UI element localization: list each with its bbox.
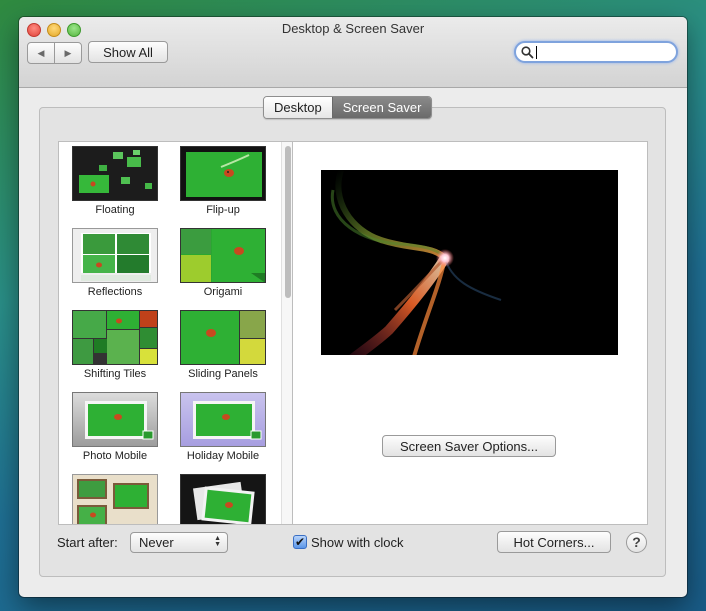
screen-saver-list[interactable]: Floating Flip-up Reflections Origami Shi… (58, 141, 293, 525)
holiday-mobile-thumbnail (180, 392, 266, 447)
start-after-value: Never (139, 535, 174, 550)
flip-up-thumbnail (180, 146, 266, 201)
show-with-clock-label[interactable]: Show with clock (311, 535, 403, 550)
screen-saver-item-shifting-tiles[interactable]: Shifting Tiles (59, 308, 167, 390)
scrollbar-thumb[interactable] (285, 146, 291, 298)
search-field[interactable] (514, 41, 678, 63)
screen-saver-item-flip-up[interactable]: Flip-up (167, 144, 275, 226)
reflections-thumbnail (72, 228, 158, 283)
forward-arrow-icon: ▶ (64, 47, 72, 58)
checkmark-icon: ✔ (294, 535, 306, 549)
start-after-select[interactable]: Never ▲ ▼ (130, 532, 228, 553)
vintage-prints-thumbnail (72, 474, 158, 524)
help-button[interactable]: ? (626, 532, 647, 553)
tab-screen-saver[interactable]: Screen Saver (331, 97, 432, 118)
screen-saver-item-photo-mobile[interactable]: Photo Mobile (59, 390, 167, 472)
origami-thumbnail (180, 228, 266, 283)
screen-saver-label: Shifting Tiles (83, 368, 147, 380)
photo-mobile-thumbnail (72, 392, 158, 447)
screen-saver-item-sliding-panels[interactable]: Sliding Panels (167, 308, 275, 390)
back-arrow-icon: ◀ (37, 47, 45, 58)
classic-thumbnail (180, 474, 266, 524)
show-all-button[interactable]: Show All (88, 41, 168, 63)
screen-saver-item-holiday-mobile[interactable]: Holiday Mobile (167, 390, 275, 472)
preferences-window: Desktop & Screen Saver ◀ ▶ Show All Desk… (19, 17, 687, 597)
back-forward-control: ◀ ▶ (27, 42, 82, 64)
select-arrows-icon: ▲ ▼ (214, 535, 221, 548)
screen-saver-label: Holiday Mobile (186, 450, 260, 462)
flurry-preview-image (330, 170, 502, 355)
floating-thumbnail (72, 146, 158, 201)
sliding-panels-thumbnail (180, 310, 266, 365)
screen-saver-item-reflections[interactable]: Reflections (59, 226, 167, 308)
screen-saver-options-button[interactable]: Screen Saver Options... (382, 435, 556, 457)
screen-saver-item-floating[interactable]: Floating (59, 144, 167, 226)
shifting-tiles-thumbnail (72, 310, 158, 365)
screen-saver-label: Origami (203, 286, 243, 298)
text-cursor (536, 46, 537, 59)
start-after-label: Start after: (57, 535, 118, 550)
screen-saver-item-classic[interactable] (167, 472, 275, 524)
screen-saver-item-origami[interactable]: Origami (167, 226, 275, 308)
screen-saver-label: Sliding Panels (188, 368, 258, 380)
screen-saver-item-vintage-prints[interactable] (59, 472, 167, 524)
tab-control: Desktop Screen Saver (263, 96, 433, 119)
forward-button[interactable]: ▶ (54, 43, 81, 63)
window-title: Desktop & Screen Saver (281, 21, 425, 36)
tab-desktop[interactable]: Desktop (264, 97, 332, 118)
screen-saver-preview (321, 170, 618, 355)
toolbar: Desktop & Screen Saver ◀ ▶ Show All (19, 17, 687, 88)
screen-saver-label: Flip-up (206, 204, 240, 216)
hot-corners-button[interactable]: Hot Corners... (497, 531, 611, 553)
back-button[interactable]: ◀ (28, 43, 54, 63)
show-with-clock-checkbox[interactable]: ✔ (293, 535, 307, 549)
search-icon (521, 46, 534, 59)
screen-saver-label: Reflections (87, 286, 143, 298)
screen-saver-label: Floating (95, 204, 135, 216)
screen-saver-label: Photo Mobile (82, 450, 148, 462)
